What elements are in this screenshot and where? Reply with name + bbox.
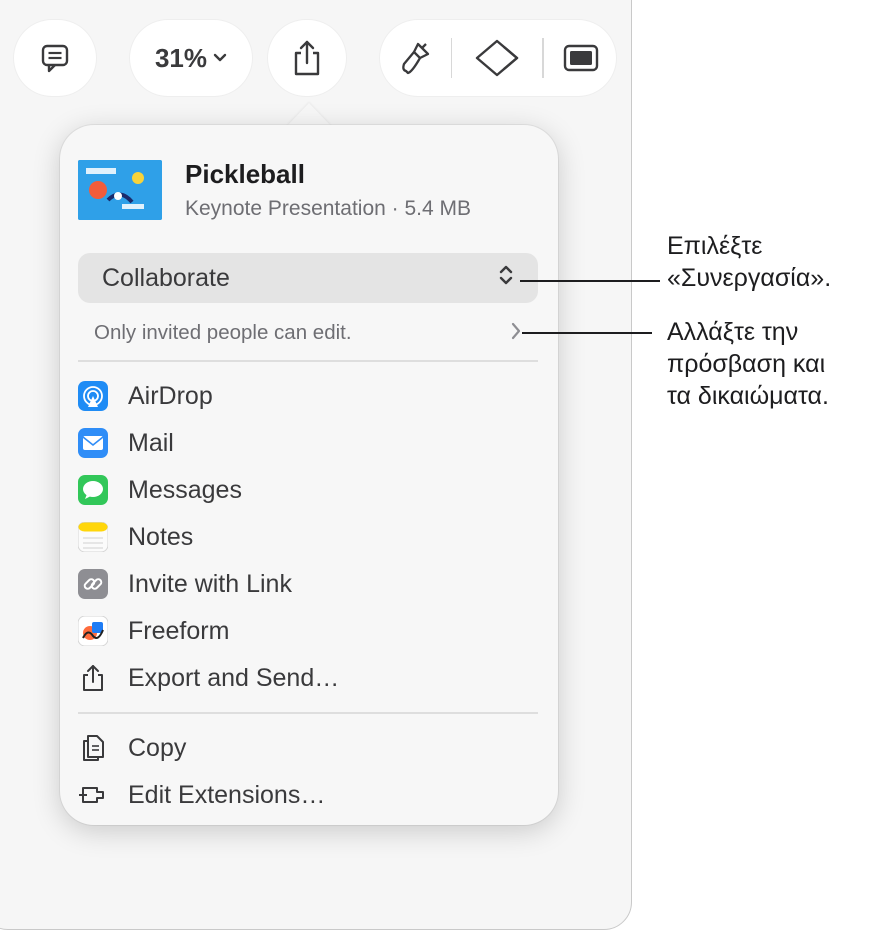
diamond-icon[interactable]: [471, 38, 523, 78]
share-item-label: Export and Send…: [128, 663, 340, 692]
share-item-label: Messages: [128, 475, 242, 504]
popover-arrow: [287, 103, 331, 126]
chevron-right-icon[interactable]: [510, 321, 522, 347]
messages-icon: [78, 475, 108, 505]
share-item-messages[interactable]: Messages: [78, 470, 242, 510]
share-item-label: AirDrop: [128, 381, 213, 410]
document-title: Pickleball: [185, 159, 305, 189]
action-copy[interactable]: Copy: [78, 728, 186, 768]
divider: [78, 712, 538, 714]
callout-line-collaborate: [520, 280, 660, 282]
share-item-notes[interactable]: Notes: [78, 517, 193, 557]
action-edit-extensions[interactable]: Edit Extensions…: [78, 775, 325, 815]
share-item-mail[interactable]: Mail: [78, 423, 174, 463]
paintbrush-icon[interactable]: [398, 40, 432, 76]
action-label: Copy: [128, 733, 187, 762]
permissions-link[interactable]: Only invited people can edit.: [94, 321, 352, 345]
share-item-freeform[interactable]: Freeform: [78, 611, 229, 651]
mail-icon: [78, 428, 108, 458]
callout-permissions: Αλλάξτε την πρόσβαση και τα δικαιώματα.: [667, 316, 829, 412]
airdrop-icon: [78, 381, 108, 411]
notes-icon: [78, 522, 108, 552]
zoom-menu-button[interactable]: 31%: [130, 20, 252, 96]
chevron-down-icon: [213, 53, 227, 63]
share-button[interactable]: [268, 20, 346, 96]
sidebar-icon[interactable]: [563, 43, 599, 73]
divider: [78, 360, 538, 362]
extensions-icon: [78, 780, 108, 810]
share-item-label: Notes: [128, 522, 194, 551]
copy-icon: [78, 733, 108, 763]
callout-collaborate: Επιλέξτε «Συνεργασία».: [667, 230, 831, 294]
share-item-airdrop[interactable]: AirDrop: [78, 376, 213, 416]
share-icon: [291, 39, 323, 77]
export-icon: [78, 663, 108, 693]
zoom-level: 31%: [154, 42, 208, 73]
action-label: Edit Extensions…: [128, 780, 326, 809]
callout-text: Αλλάξτε την: [667, 318, 799, 346]
share-item-label: Invite with Link: [128, 569, 292, 598]
toolbar-divider: [450, 38, 452, 78]
comment-icon: [40, 43, 70, 73]
share-item-invite-link[interactable]: Invite with Link: [78, 564, 292, 604]
callout-text: Επιλέξτε: [667, 232, 763, 260]
inspector-toolbar: [380, 20, 616, 96]
comment-button[interactable]: [14, 20, 96, 96]
up-down-chevron-icon: [498, 264, 514, 293]
share-popover: Pickleball Keynote Presentation · 5.4 MB…: [60, 125, 558, 825]
collaborate-select[interactable]: Collaborate: [78, 253, 538, 303]
callout-text: πρόσβαση και: [667, 350, 826, 378]
callout-line-permissions: [522, 332, 652, 334]
collaborate-select-value: Collaborate: [102, 263, 230, 292]
share-item-label: Freeform: [128, 616, 230, 645]
share-item-label: Mail: [128, 428, 174, 457]
callout-text: «Συνεργασία».: [667, 264, 832, 292]
presentation-thumbnail: [78, 160, 162, 220]
freeform-icon: [78, 616, 108, 646]
link-icon: [78, 569, 108, 599]
toolbar-divider: [542, 38, 544, 78]
share-item-export[interactable]: Export and Send…: [78, 658, 339, 698]
callout-text: τα δικαιώματα.: [667, 382, 829, 410]
document-meta: Keynote Presentation · 5.4 MB: [185, 197, 471, 220]
